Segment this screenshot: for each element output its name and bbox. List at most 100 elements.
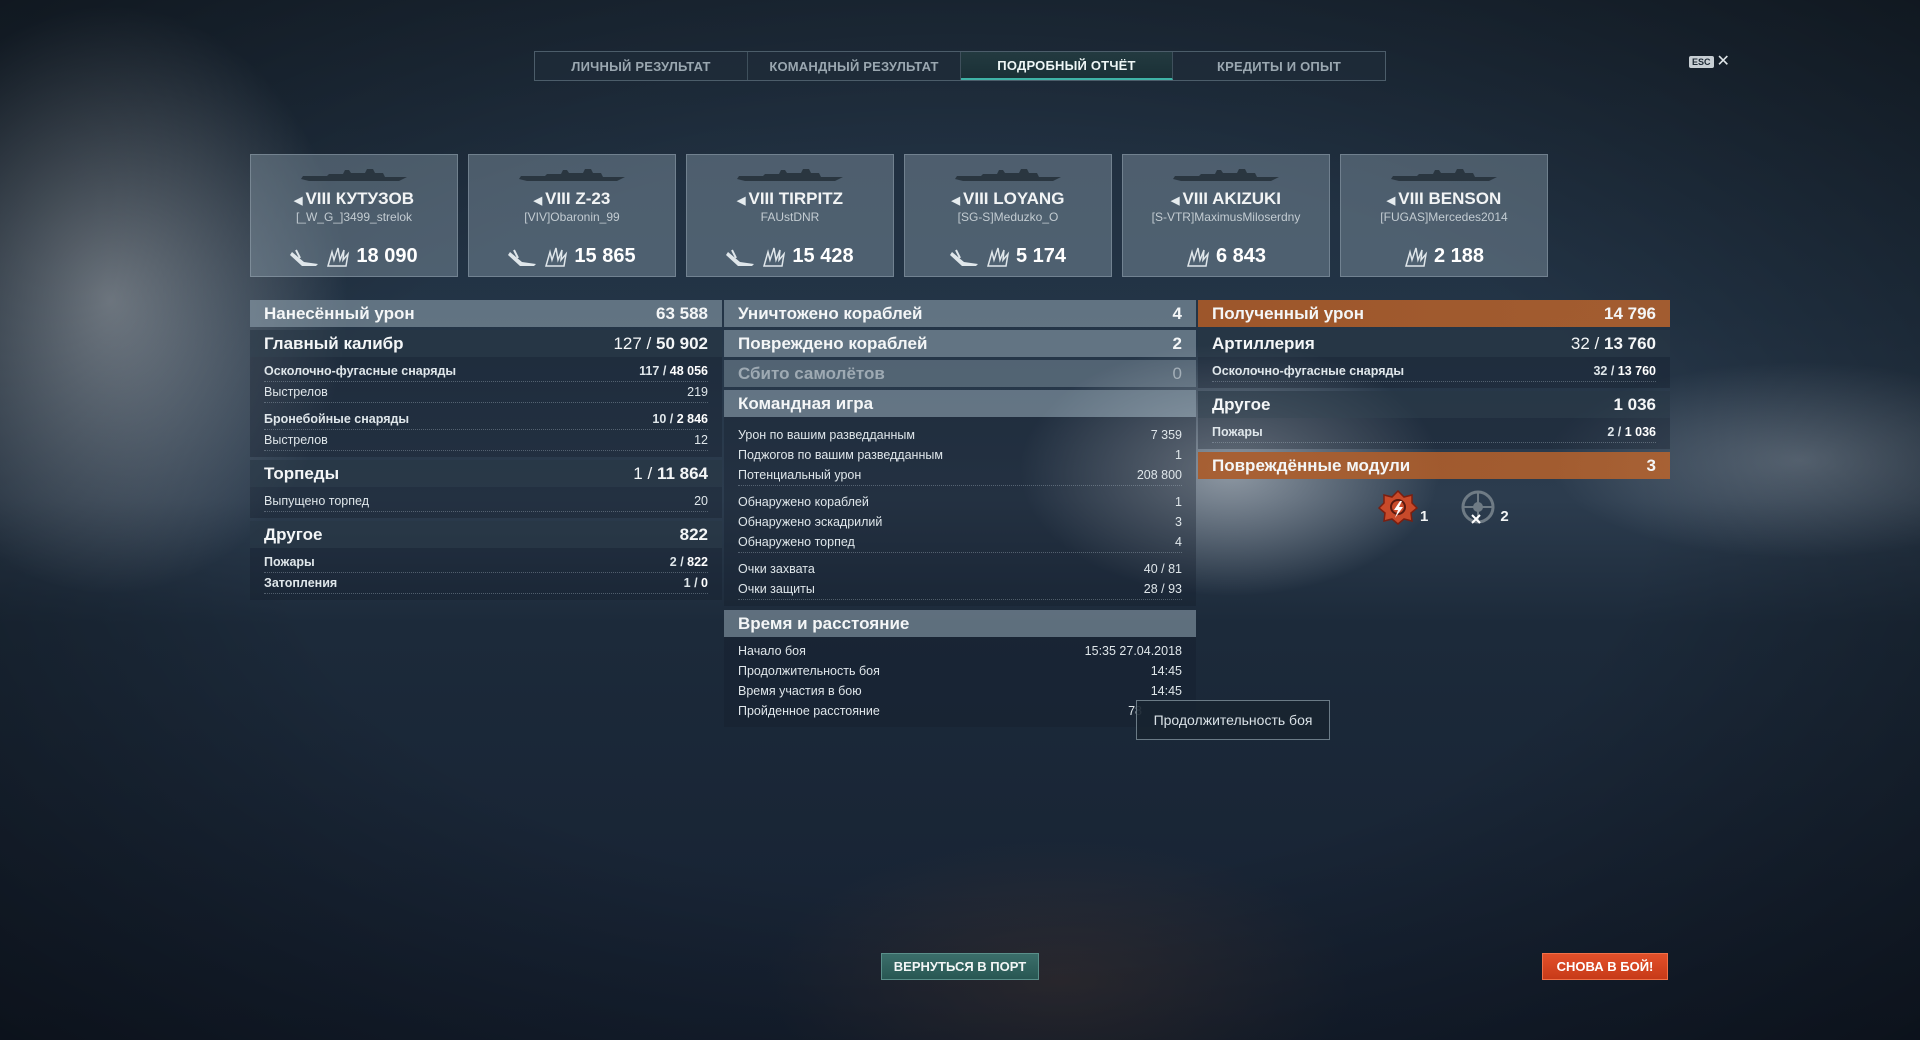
player-name: [_W_G_]3499_strelok bbox=[295, 210, 413, 224]
ship-silhouette-icon bbox=[737, 169, 843, 181]
stat-row: Очки захвата 40 / 81 bbox=[738, 562, 1182, 576]
tooltip: Продолжительность боя bbox=[1136, 700, 1330, 740]
damage-dealt-panel: Нанесённый урон 63 588 Главный калибр 12… bbox=[250, 300, 722, 600]
ship-tier: VIII bbox=[545, 189, 571, 208]
destroyer-icon: ◀ bbox=[1170, 195, 1180, 207]
stat-row: Обнаружено кораблей 1 bbox=[738, 495, 1182, 509]
ship-tier: VIII bbox=[963, 189, 989, 208]
damage-received-header: Полученный урон 14 796 bbox=[1198, 300, 1670, 327]
battle-again-button[interactable]: СНОВА В БОЙ! bbox=[1542, 953, 1668, 980]
ship-name: ◀ VIII КУТУЗОВ bbox=[251, 189, 457, 209]
stat-row: Выстрелов 219 bbox=[264, 382, 708, 403]
ships-destroyed-header: Уничтожено кораблей 4 bbox=[724, 300, 1196, 327]
destroyer-icon: ◀ bbox=[533, 195, 543, 207]
engine-module[interactable]: 1 bbox=[1378, 489, 1428, 525]
damage-value: 15 865 bbox=[574, 245, 636, 267]
stat-row: Пройденное расстояние78 bbox=[738, 704, 1142, 718]
other-damage-header: Другое 822 bbox=[250, 521, 722, 548]
ship-card[interactable]: ◀ VIII LOYANG [SG-S]Meduzko_O 5 174 bbox=[904, 154, 1112, 277]
ship-tier: VIII bbox=[1182, 189, 1208, 208]
stat-row: Поджогов по вашим разведданным 1 bbox=[738, 448, 1182, 462]
artillery-header: Артиллерия 32 / 13 760 bbox=[1198, 330, 1670, 357]
ship-card[interactable]: ◀ VIII Z-23 [VIV]Obaronin_99 15 865 bbox=[468, 154, 676, 277]
stat-row: Потенциальный урон 208 800 bbox=[738, 465, 1182, 486]
damage-explosion-icon bbox=[545, 247, 568, 267]
ship-tier: VIII bbox=[748, 189, 775, 208]
damage-explosion-icon bbox=[327, 247, 350, 267]
header-label: Торпеды bbox=[264, 463, 340, 483]
damage-value: 15 428 bbox=[792, 245, 854, 267]
stat-row: Выстрелов 12 bbox=[264, 430, 708, 451]
sunk-ship-icon bbox=[949, 249, 978, 266]
ship-name: ◀ VIII LOYANG bbox=[905, 189, 1111, 209]
damage-explosion-icon bbox=[986, 247, 1010, 267]
ship-card[interactable]: ◀ VIII BENSON [FUGAS]Mercedes2014 2 188 bbox=[1340, 154, 1548, 277]
ship-silhouette-icon bbox=[955, 169, 1061, 181]
header-value: 127 / 50 902 bbox=[613, 333, 708, 353]
destroyer-icon: ◀ bbox=[951, 195, 961, 207]
stat-row: Выпущено торпед 20 bbox=[264, 491, 708, 512]
ship-name: ◀ VIII BENSON bbox=[1341, 189, 1547, 209]
ship-name: ◀ VIII AKIZUKI bbox=[1123, 189, 1329, 209]
damage-explosion-icon bbox=[1186, 247, 1210, 267]
header-label: Другое bbox=[264, 524, 323, 544]
stat-row: Урон по вашим разведданным 7 359 bbox=[738, 428, 1182, 442]
destroyer-icon: ◀ bbox=[1386, 195, 1396, 207]
ship-title: КУТУЗОВ bbox=[335, 189, 414, 208]
ship-cards: ◀ VIII КУТУЗОВ [_W_G_]3499_strelok 18 090 ◀ V… bbox=[250, 154, 1548, 277]
ship-card[interactable]: ◀ VIII AKIZUKI [S-VTR]MaximusMiloserdny 6 8… bbox=[1122, 154, 1330, 277]
cruiser-icon: ◀ bbox=[294, 195, 303, 207]
damaged-modules-header: Повреждённые модули 3 bbox=[1198, 452, 1670, 479]
damage-value: 2 188 bbox=[1433, 245, 1485, 267]
stat-row: Затопления 1 / 0 bbox=[264, 573, 708, 594]
return-to-port-button[interactable]: ВЕРНУТЬСЯ В ПОРТ bbox=[881, 953, 1039, 980]
damage-explosion-icon bbox=[763, 247, 786, 267]
stat-row: Обнаружено торпед 4 bbox=[738, 532, 1182, 553]
rudder-module[interactable]: 2 bbox=[1458, 489, 1509, 525]
ship-title: LOYANG bbox=[993, 189, 1065, 208]
ship-title: Z-23 bbox=[575, 189, 611, 208]
ship-card[interactable]: ◀ VIII TIRPITZ FAUstDNR 15 428 bbox=[686, 154, 894, 277]
stat-row: Обнаружено эскадрилий 3 bbox=[738, 515, 1182, 529]
tab-team[interactable]: КОМАНДНЫЙ РЕЗУЛЬТАТ bbox=[748, 52, 961, 80]
main-battery-header: Главный калибр 127 / 50 902 bbox=[250, 330, 722, 357]
close-button[interactable]: ESC ✕ bbox=[1689, 54, 1730, 70]
ship-card[interactable]: ◀ VIII КУТУЗОВ [_W_G_]3499_strelok 18 090 bbox=[250, 154, 458, 277]
teamplay-header: Командная игра bbox=[724, 390, 1196, 417]
ship-silhouette-icon bbox=[1173, 169, 1279, 181]
header-label: Главный калибр bbox=[264, 333, 404, 353]
other-received-header: Другое 1 036 bbox=[1198, 391, 1670, 418]
stat-row: Пожары 2 / 822 bbox=[264, 552, 708, 573]
ship-tier: VIII bbox=[305, 189, 331, 208]
ship-title: BENSON bbox=[1428, 189, 1502, 208]
torpedoes-header: Торпеды 1 / 11 864 bbox=[250, 460, 722, 487]
ship-silhouette-icon bbox=[301, 169, 407, 181]
stat-row: Осколочно-фугасные снаряды 32 / 13 760 bbox=[1212, 361, 1656, 382]
ship-name: ◀ VIII TIRPITZ bbox=[687, 189, 893, 209]
header-value: 1 / 11 864 bbox=[633, 463, 708, 483]
team-panel: Уничтожено кораблей 4 Повреждено кораблей… bbox=[724, 300, 1196, 727]
tab-credits-xp[interactable]: КРЕДИТЫ И ОПЫТ bbox=[1173, 52, 1385, 80]
ship-damage: 2 188 bbox=[1341, 245, 1547, 268]
player-name: [VIV]Obaronin_99 bbox=[524, 210, 620, 224]
stat-row: Время участия в бою 14:45 bbox=[738, 684, 1182, 698]
damage-value: 5 174 bbox=[1015, 245, 1067, 267]
player-name: [FUGAS]Mercedes2014 bbox=[1380, 210, 1508, 224]
player-name: [SG-S]Meduzko_O bbox=[957, 210, 1059, 224]
report-tabs: ЛИЧНЫЙ РЕЗУЛЬТАТ КОМАНДНЫЙ РЕЗУЛЬТАТ ПОД… bbox=[534, 51, 1386, 81]
ship-silhouette-icon bbox=[1391, 169, 1497, 181]
damage-value: 6 843 bbox=[1215, 245, 1267, 267]
planes-shot-header: Сбито самолётов 0 bbox=[724, 360, 1196, 387]
ship-damage: 15 428 bbox=[687, 245, 893, 268]
stat-row: Очки защиты 28 / 93 bbox=[738, 579, 1182, 600]
stat-row: Осколочно-фугасные снаряды 117 / 48 056 bbox=[264, 361, 708, 382]
tab-detailed[interactable]: ПОДРОБНЫЙ ОТЧЁТ bbox=[961, 52, 1173, 80]
module-count: 2 bbox=[1500, 508, 1509, 525]
ships-damaged-header: Повреждено кораблей 2 bbox=[724, 330, 1196, 357]
tab-personal[interactable]: ЛИЧНЫЙ РЕЗУЛЬТАТ bbox=[535, 52, 748, 80]
ship-damage: 15 865 bbox=[469, 245, 675, 268]
engine-damage-icon bbox=[1378, 489, 1418, 525]
header-value: 822 bbox=[679, 524, 708, 544]
damage-value: 18 090 bbox=[356, 245, 418, 267]
ship-damage: 6 843 bbox=[1123, 245, 1329, 268]
